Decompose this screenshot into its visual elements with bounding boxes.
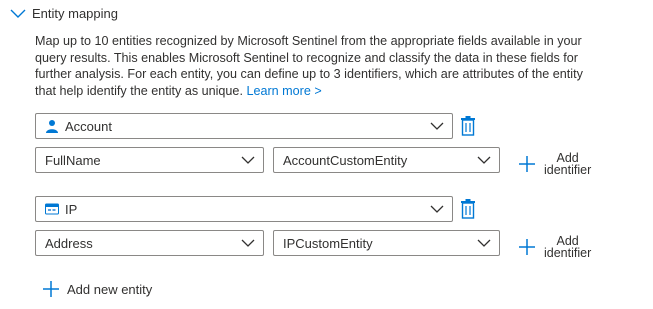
add-identifier-line2: identifier (544, 163, 592, 177)
add-new-entity-label: Add new entity (67, 281, 153, 297)
chevron-down-icon (241, 156, 255, 164)
add-identifier-label: Add identifier (544, 152, 592, 177)
delete-entity-icon[interactable] (460, 116, 476, 136)
column-value: AccountCustomEntity (283, 152, 408, 168)
entity-type-value: Account (65, 118, 112, 134)
column-dropdown[interactable]: IPCustomEntity (273, 230, 500, 256)
chevron-down-icon (477, 156, 491, 164)
chevron-down-icon (241, 239, 255, 247)
plus-icon (519, 239, 535, 255)
add-identifier-button[interactable]: Add identifier (518, 235, 591, 259)
identifier-value: FullName (45, 152, 101, 168)
user-icon (46, 120, 58, 133)
chevron-down-icon (430, 122, 444, 130)
chevron-down-icon (430, 205, 444, 213)
column-value: IPCustomEntity (283, 235, 373, 251)
learn-more-link[interactable]: Learn more > (246, 84, 321, 98)
entity-mapping-toggle[interactable]: Entity mapping (10, 6, 118, 21)
entity-type-dropdown[interactable]: IP (35, 196, 453, 222)
section-title: Entity mapping (32, 6, 118, 21)
identifier-dropdown[interactable]: Address (35, 230, 264, 256)
add-identifier-button[interactable]: Add identifier (518, 152, 591, 176)
entity-type-dropdown[interactable]: Account (35, 113, 453, 139)
plus-icon (43, 281, 59, 297)
entity-type-value: IP (65, 201, 78, 217)
column-dropdown[interactable]: AccountCustomEntity (273, 147, 500, 173)
plus-icon (519, 156, 535, 172)
identifier-value: Address (45, 235, 93, 251)
delete-entity-icon[interactable] (460, 199, 476, 219)
add-identifier-line2: identifier (544, 246, 592, 260)
ip-address-icon (45, 203, 59, 215)
chevron-down-icon (477, 239, 491, 247)
chevron-down-icon (10, 9, 26, 18)
add-identifier-label: Add identifier (544, 235, 592, 260)
identifier-dropdown[interactable]: FullName (35, 147, 264, 173)
add-new-entity-button[interactable]: Add new entity (42, 280, 152, 298)
section-description: Map up to 10 entities recognized by Micr… (35, 33, 590, 99)
